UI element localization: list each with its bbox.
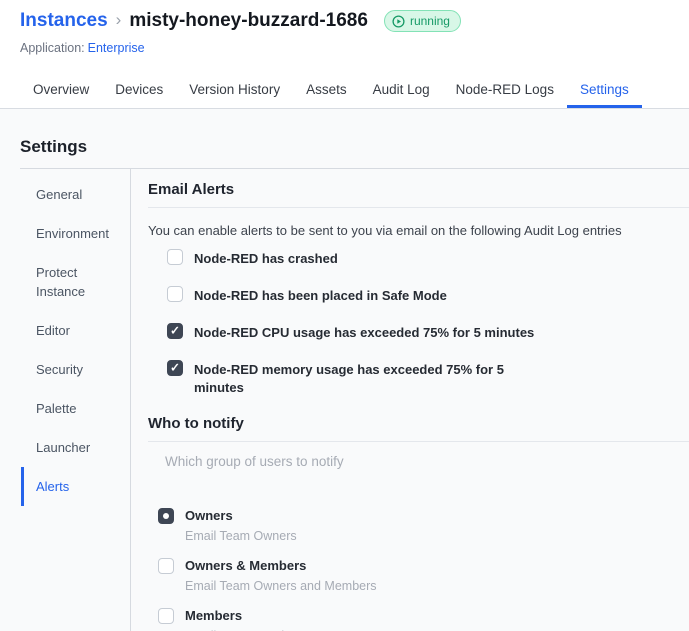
instance-name: misty-honey-buzzard-1686 xyxy=(129,10,368,31)
breadcrumb: Instances › misty-honey-buzzard-1686 xyxy=(20,10,368,32)
alert-option-label: Node-RED has been placed in Safe Mode xyxy=(194,288,447,303)
alerts-settings-panel: Email Alerts You can enable alerts to be… xyxy=(131,169,689,631)
checkbox-icon[interactable] xyxy=(167,249,183,265)
tab-node-red-logs[interactable]: Node-RED Logs xyxy=(443,70,567,108)
alert-option-label: Node-RED CPU usage has exceeded 75% for … xyxy=(194,325,535,340)
notify-option-label: Owners xyxy=(185,508,233,523)
tab-audit-log[interactable]: Audit Log xyxy=(360,70,443,108)
sidebar-item-protect-instance[interactable]: Protect Instance xyxy=(21,253,130,311)
instance-header: Instances › misty-honey-buzzard-1686 run… xyxy=(0,0,689,55)
alert-option-memory-usage[interactable]: Node-RED memory usage has exceeded 75% f… xyxy=(167,360,689,397)
notify-option-label: Members xyxy=(185,608,243,623)
instance-settings-page: Instances › misty-honey-buzzard-1686 run… xyxy=(0,0,689,631)
email-alerts-options: Node-RED has crashed Node-RED has been p… xyxy=(148,249,689,397)
alert-option-label: Node-RED has crashed xyxy=(194,251,338,266)
radio-icon[interactable] xyxy=(158,508,174,524)
notify-option-description: Email Team Owners and Members xyxy=(185,579,377,593)
who-to-notify-title: Who to notify xyxy=(148,415,689,442)
alert-option-label: Node-RED memory usage has exceeded 75% f… xyxy=(194,362,504,395)
sidebar-item-general[interactable]: General xyxy=(21,175,130,214)
notify-option-members[interactable]: Members Email Team Members xyxy=(158,607,689,631)
notify-option-label: Owners & Members xyxy=(185,558,307,573)
application-link[interactable]: Enterprise xyxy=(88,41,145,55)
chevron-right-icon: › xyxy=(115,10,122,29)
who-to-notify-section: Who to notify Which group of users to no… xyxy=(148,415,689,631)
email-alerts-section: Email Alerts You can enable alerts to be… xyxy=(148,181,689,397)
alert-option-crashed[interactable]: Node-RED has crashed xyxy=(167,249,689,268)
checkbox-icon[interactable] xyxy=(167,360,183,376)
notify-group-hint: Which group of users to notify xyxy=(165,454,344,469)
notify-option-owners-members[interactable]: Owners & Members Email Team Owners and M… xyxy=(158,557,689,593)
sidebar-item-alerts[interactable]: Alerts xyxy=(21,467,130,506)
instance-tabs: Overview Devices Version History Assets … xyxy=(0,70,689,109)
tab-devices[interactable]: Devices xyxy=(102,70,176,108)
sidebar-item-palette[interactable]: Palette xyxy=(21,389,130,428)
tab-overview[interactable]: Overview xyxy=(20,70,102,108)
settings-content: Settings General Environment Protect Ins… xyxy=(0,109,689,631)
breadcrumb-instances-link[interactable]: Instances xyxy=(20,10,108,32)
status-badge-label: running xyxy=(409,14,450,28)
page-title: Settings xyxy=(20,137,88,156)
notify-option-owners[interactable]: Owners Email Team Owners xyxy=(158,507,689,543)
radio-icon[interactable] xyxy=(158,558,174,574)
notify-options: Owners Email Team Owners Owners & Member… xyxy=(148,507,689,631)
notify-option-description: Email Team Owners xyxy=(185,529,297,543)
checkbox-icon[interactable] xyxy=(167,286,183,302)
sidebar-item-environment[interactable]: Environment xyxy=(21,214,130,253)
tab-version-history[interactable]: Version History xyxy=(176,70,293,108)
play-circle-icon xyxy=(392,14,405,28)
alert-option-safe-mode[interactable]: Node-RED has been placed in Safe Mode xyxy=(167,286,689,305)
status-badge: running xyxy=(383,10,461,32)
radio-icon[interactable] xyxy=(158,608,174,624)
application-label: Application: xyxy=(20,41,85,55)
sidebar-item-security[interactable]: Security xyxy=(21,350,130,389)
email-alerts-description: You can enable alerts to be sent to you … xyxy=(148,223,622,238)
tab-assets[interactable]: Assets xyxy=(293,70,360,108)
checkbox-icon[interactable] xyxy=(167,323,183,339)
settings-sidebar: General Environment Protect Instance Edi… xyxy=(0,169,131,631)
email-alerts-title: Email Alerts xyxy=(148,181,689,208)
sidebar-item-launcher[interactable]: Launcher xyxy=(21,428,130,467)
alert-option-cpu-usage[interactable]: Node-RED CPU usage has exceeded 75% for … xyxy=(167,323,689,342)
sidebar-item-editor[interactable]: Editor xyxy=(21,311,130,350)
tab-settings[interactable]: Settings xyxy=(566,70,642,108)
